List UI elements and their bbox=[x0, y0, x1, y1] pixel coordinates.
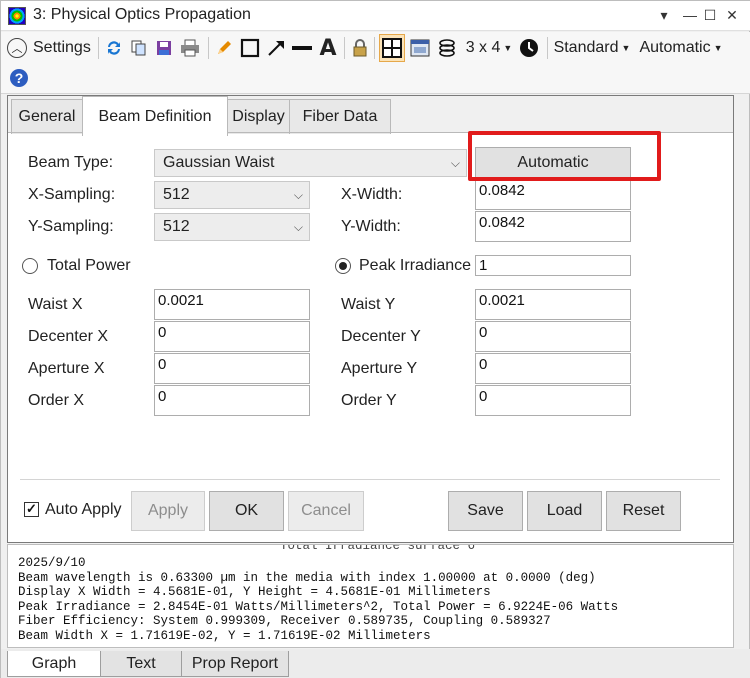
peak-irradiance-radio[interactable] bbox=[335, 258, 351, 274]
settings-label: Settings bbox=[33, 39, 91, 56]
chevron-down-icon: ⌵ bbox=[293, 220, 303, 234]
y-sampling-label: Y-Sampling: bbox=[28, 218, 114, 235]
lock-icon[interactable] bbox=[349, 34, 371, 62]
pop-window: 3: Physical Optics Propagation ▾ — ☐ ✕ ︿… bbox=[0, 0, 750, 678]
cancel-button[interactable]: Cancel bbox=[288, 491, 364, 531]
output-line: Peak Irradiance = 2.8454E-01 Watts/Milli… bbox=[18, 599, 619, 614]
total-power-radio[interactable] bbox=[22, 258, 38, 274]
automatic-dropdown[interactable]: Automatic ▼ bbox=[637, 34, 725, 62]
beam-type-label: Beam Type: bbox=[28, 154, 114, 171]
standard-dropdown[interactable]: Standard ▼ bbox=[552, 34, 632, 62]
maximize-button[interactable]: ☐ bbox=[701, 7, 719, 24]
line-icon[interactable] bbox=[290, 34, 314, 62]
rectangle-icon[interactable] bbox=[238, 34, 262, 62]
bottom-tab-bar: Graph Text Prop Report bbox=[1, 649, 750, 678]
beam-type-select[interactable]: Gaussian Waist ⌵ bbox=[154, 149, 467, 177]
load-button[interactable]: Load bbox=[527, 491, 602, 531]
layout-dropdown[interactable]: 3 x 4 ▼ bbox=[464, 34, 514, 62]
title-bar: 3: Physical Optics Propagation ▾ — ☐ ✕ bbox=[1, 1, 750, 31]
reset-button[interactable]: Reset bbox=[606, 491, 681, 531]
standard-label: Standard bbox=[553, 39, 619, 56]
peak-irradiance-label: Peak Irradiance bbox=[359, 257, 472, 274]
output-line: Fiber Efficiency: System 0.999309, Recei… bbox=[18, 614, 551, 629]
aperture-x-label: Aperture X bbox=[28, 360, 105, 377]
order-y-label: Order Y bbox=[341, 392, 397, 409]
x-sampling-label: X-Sampling: bbox=[28, 186, 116, 203]
minimize-button[interactable]: — bbox=[681, 7, 699, 23]
decenter-y-label: Decenter Y bbox=[341, 328, 421, 345]
refresh-icon[interactable] bbox=[103, 34, 125, 62]
x-sampling-value: 512 bbox=[163, 186, 190, 203]
pencil-icon[interactable] bbox=[213, 34, 235, 62]
total-power-label: Total Power bbox=[47, 257, 131, 274]
waist-x-label: Waist X bbox=[28, 296, 83, 313]
y-sampling-select[interactable]: 512 ⌵ bbox=[154, 213, 310, 241]
window-icon[interactable] bbox=[408, 34, 432, 62]
automatic-label: Automatic bbox=[639, 39, 711, 56]
waist-y-field[interactable]: 0.0021 bbox=[475, 289, 631, 320]
save-button[interactable]: Save bbox=[448, 491, 523, 531]
layout-label: 3 x 4 bbox=[465, 39, 501, 56]
settings-button[interactable]: ︿ Settings bbox=[7, 34, 93, 62]
toolbar: ︿ Settings A 3 x 4 ▼ Standard ▼ Automati… bbox=[1, 32, 750, 94]
text-icon[interactable]: A bbox=[316, 34, 340, 62]
dropdown-icon[interactable]: ▾ bbox=[655, 7, 673, 24]
y-width-label: Y-Width: bbox=[341, 218, 401, 235]
beam-type-value: Gaussian Waist bbox=[163, 154, 275, 171]
tab-display[interactable]: Display bbox=[227, 99, 290, 134]
tab-general[interactable]: General bbox=[11, 99, 83, 134]
auto-apply-checkbox[interactable]: ✓ bbox=[24, 502, 39, 517]
decenter-x-label: Decenter X bbox=[28, 328, 109, 345]
text-output: Total Irradiance surface 6 2025/9/10 Bea… bbox=[7, 544, 734, 648]
order-x-field[interactable]: 0 bbox=[154, 385, 310, 416]
order-x-label: Order X bbox=[28, 392, 85, 409]
decenter-y-field[interactable]: 0 bbox=[475, 321, 631, 352]
print-icon[interactable] bbox=[178, 34, 202, 62]
output-line: Beam Width X = 1.71619E-02, Y = 1.71619E… bbox=[18, 629, 431, 643]
x-sampling-select[interactable]: 512 ⌵ bbox=[154, 181, 310, 209]
help-icon[interactable]: ? bbox=[7, 64, 31, 92]
svg-text:?: ? bbox=[15, 70, 24, 86]
x-width-field[interactable]: 0.0842 bbox=[475, 179, 631, 210]
copy-icon[interactable] bbox=[128, 34, 150, 62]
chevron-down-icon: ⌵ bbox=[293, 188, 303, 202]
waist-x-field[interactable]: 0.0021 bbox=[154, 289, 310, 320]
tab-beam-definition[interactable]: Beam Definition bbox=[82, 96, 228, 136]
tab-prop-report[interactable]: Prop Report bbox=[181, 651, 289, 677]
chevron-up-icon: ︿ bbox=[7, 38, 27, 58]
output-header: Total Irradiance surface 6 bbox=[280, 544, 476, 553]
aperture-x-field[interactable]: 0 bbox=[154, 353, 310, 384]
waist-y-label: Waist Y bbox=[341, 296, 396, 313]
output-line: 2025/9/10 bbox=[18, 556, 86, 570]
y-sampling-value: 512 bbox=[163, 218, 190, 235]
chevron-down-icon: ⌵ bbox=[450, 156, 460, 170]
x-width-label: X-Width: bbox=[341, 186, 403, 203]
save-icon[interactable] bbox=[153, 34, 175, 62]
tab-text[interactable]: Text bbox=[100, 651, 182, 677]
close-button[interactable]: ✕ bbox=[723, 7, 741, 24]
order-y-field[interactable]: 0 bbox=[475, 385, 631, 416]
ok-button[interactable]: OK bbox=[209, 491, 284, 531]
decenter-x-field[interactable]: 0 bbox=[154, 321, 310, 352]
app-icon bbox=[8, 7, 26, 25]
grid-icon[interactable] bbox=[379, 34, 405, 62]
output-line: Beam wavelength is 0.63300 µm in the med… bbox=[18, 570, 596, 585]
output-line: Display X Width = 4.5681E-01, Y Height =… bbox=[18, 585, 491, 600]
window-title: 3: Physical Optics Propagation bbox=[33, 6, 251, 23]
arrow-icon[interactable] bbox=[264, 34, 288, 62]
automatic-button[interactable]: Automatic bbox=[475, 147, 631, 178]
tab-bar: General Beam Definition Display Fiber Da… bbox=[8, 96, 733, 136]
settings-dialog: General Beam Definition Display Fiber Da… bbox=[7, 95, 734, 543]
aperture-y-field[interactable]: 0 bbox=[475, 353, 631, 384]
clock-icon[interactable] bbox=[516, 34, 542, 62]
tab-graph[interactable]: Graph bbox=[7, 651, 101, 677]
divider bbox=[20, 479, 720, 480]
apply-button[interactable]: Apply bbox=[131, 491, 205, 531]
layers-icon[interactable] bbox=[435, 34, 459, 62]
tab-fiber-data[interactable]: Fiber Data bbox=[289, 99, 391, 134]
y-width-field[interactable]: 0.0842 bbox=[475, 211, 631, 242]
aperture-y-label: Aperture Y bbox=[341, 360, 418, 377]
auto-apply-label: Auto Apply bbox=[45, 501, 122, 518]
peak-irradiance-field[interactable]: 1 bbox=[475, 255, 631, 276]
